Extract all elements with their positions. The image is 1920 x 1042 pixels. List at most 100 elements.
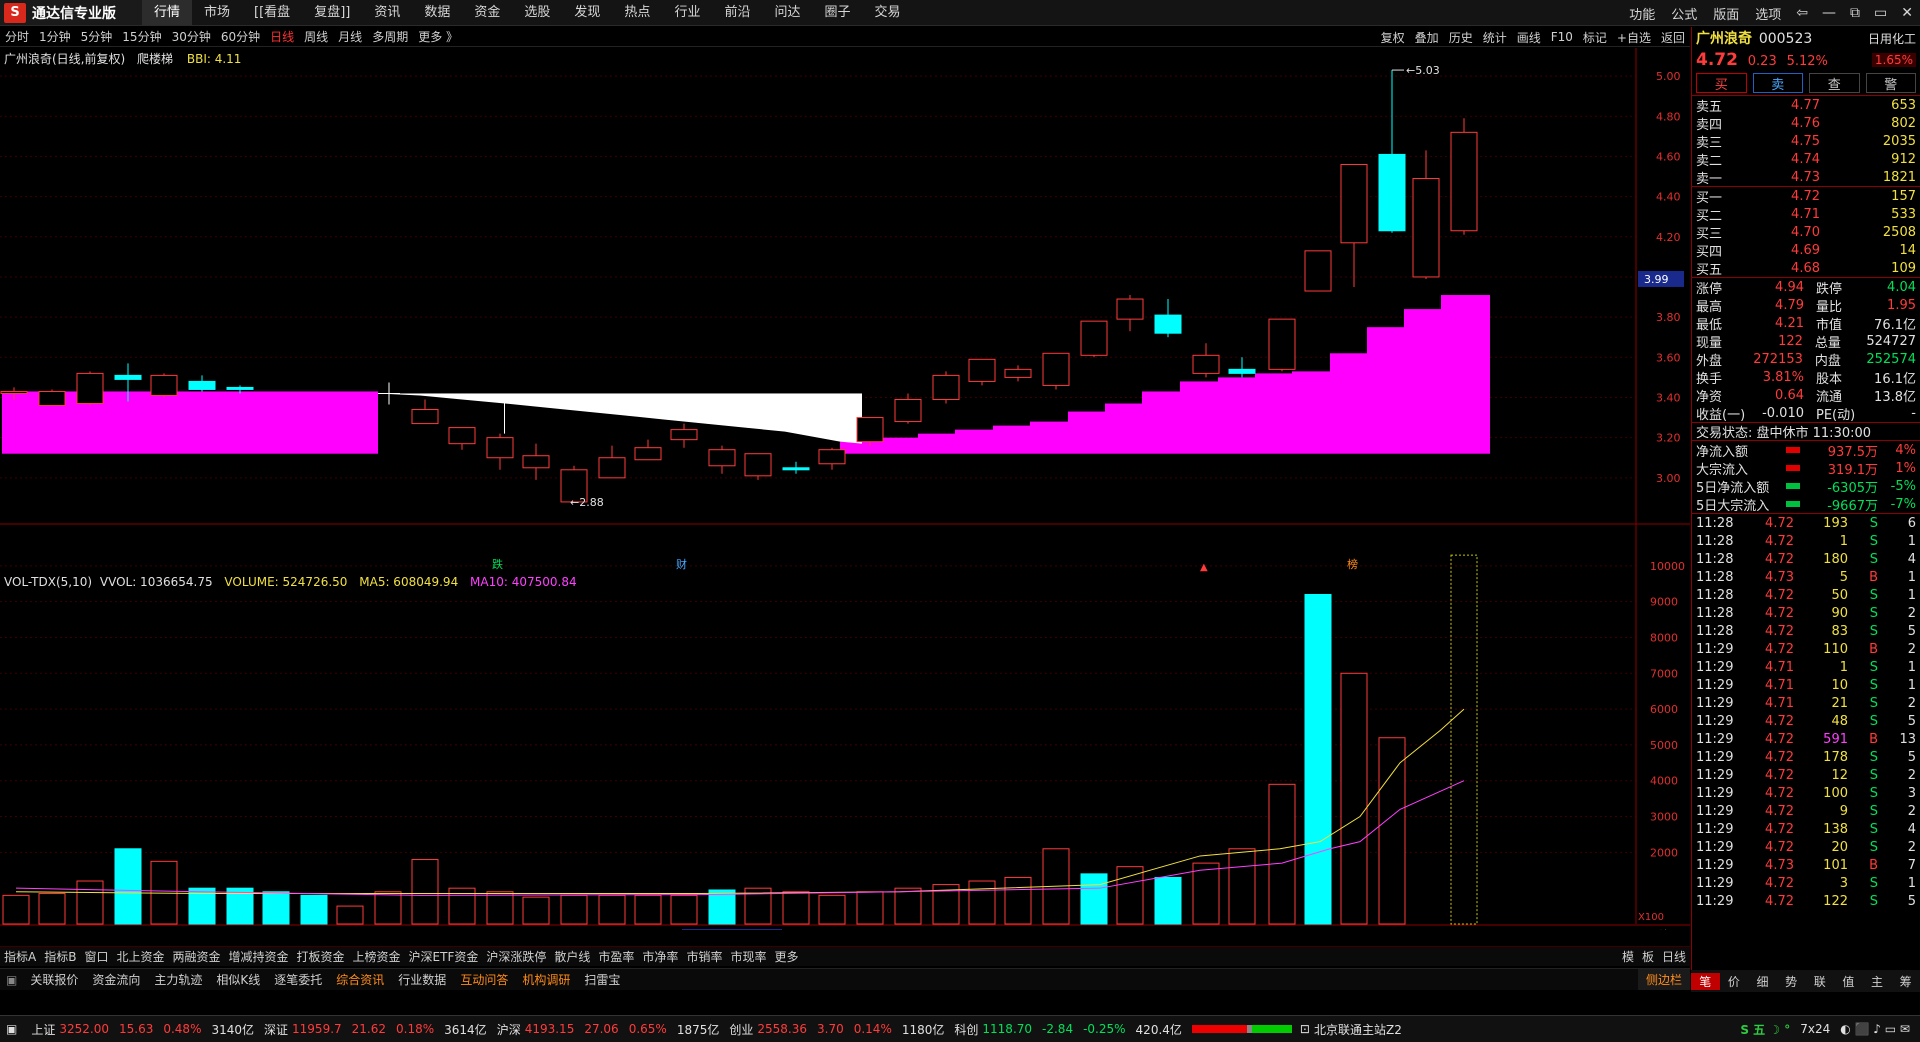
flow-row[interactable]: 大宗流入 319.1万 1% bbox=[1692, 459, 1920, 478]
indicator-name[interactable]: 爬楼梯 bbox=[137, 52, 173, 66]
quote-tab-6[interactable]: 主 bbox=[1863, 973, 1892, 990]
asks-row[interactable]: 卖五 4.77 653 bbox=[1692, 96, 1920, 115]
asks-row[interactable]: 卖二 4.74 912 bbox=[1692, 150, 1920, 169]
chart-tool-3[interactable]: 统计 bbox=[1478, 29, 1512, 46]
menu-1[interactable]: 市场 bbox=[192, 0, 242, 25]
chart-tool-8[interactable]: 返回 bbox=[1656, 29, 1690, 46]
info-tab-2[interactable]: 主力轨迹 bbox=[147, 969, 209, 990]
info-tab-8[interactable]: 机构调研 bbox=[515, 969, 577, 990]
period-3[interactable]: 15分钟 bbox=[117, 28, 166, 45]
sell-button[interactable]: 卖 bbox=[1752, 73, 1803, 93]
alert-button[interactable]: 警 bbox=[1865, 73, 1916, 93]
indicator-tab-1[interactable]: 指标B bbox=[40, 948, 80, 965]
indicator-tab-10[interactable]: 散户线 bbox=[550, 948, 594, 965]
asks-row[interactable]: 卖一 4.73 1821 bbox=[1692, 168, 1920, 187]
period-4[interactable]: 30分钟 bbox=[167, 28, 216, 45]
quote-tab-2[interactable]: 细 bbox=[1748, 973, 1777, 990]
quote-tab-3[interactable]: 势 bbox=[1777, 973, 1806, 990]
chart-tool-1[interactable]: 叠加 bbox=[1410, 29, 1444, 46]
info-tab-5[interactable]: 综合资讯 bbox=[329, 969, 391, 990]
bids-row[interactable]: 买一 4.72 157 bbox=[1692, 187, 1920, 206]
right-menu-3[interactable]: 选项 bbox=[1747, 4, 1789, 23]
indicator-tab-5[interactable]: 增减持资金 bbox=[225, 948, 293, 965]
info-tab-6[interactable]: 行业数据 bbox=[391, 969, 453, 990]
minimize-icon[interactable]: — bbox=[1815, 5, 1843, 21]
input-method-icon[interactable]: S 五 ☽ ° bbox=[1740, 1021, 1790, 1038]
indicator-tab-13[interactable]: 市销率 bbox=[682, 948, 726, 965]
back-icon[interactable]: ⇦ bbox=[1789, 5, 1815, 21]
quote-tab-5[interactable]: 值 bbox=[1834, 973, 1863, 990]
indicator-tab-12[interactable]: 市净率 bbox=[638, 948, 682, 965]
right-menu-1[interactable]: 公式 bbox=[1663, 4, 1705, 23]
sidebar-toggle[interactable]: 侧边栏 bbox=[1637, 969, 1690, 990]
chart-tool-2[interactable]: 历史 bbox=[1444, 29, 1478, 46]
indicator-tab-8[interactable]: 沪深ETF资金 bbox=[405, 948, 483, 965]
info-tab-0[interactable]: 关联报价 bbox=[23, 969, 85, 990]
chart-area[interactable]: 5.004.804.604.404.204.003.803.603.403.20… bbox=[0, 48, 1690, 930]
chart-tool-7[interactable]: +自选 bbox=[1612, 29, 1656, 46]
menu-3[interactable]: 复盘]] bbox=[302, 0, 362, 25]
index-name[interactable]: 深证 bbox=[262, 1021, 290, 1038]
index-name[interactable]: 沪深 bbox=[495, 1021, 523, 1038]
period-5[interactable]: 60分钟 bbox=[216, 28, 265, 45]
menu-9[interactable]: 热点 bbox=[612, 0, 662, 25]
menu-4[interactable]: 资讯 bbox=[362, 0, 412, 25]
flow-row[interactable]: 5日净流入额 -6305万 -5% bbox=[1692, 477, 1920, 496]
quote-tab-0[interactable]: 笔 bbox=[1691, 972, 1720, 990]
index-name[interactable]: 上证 bbox=[29, 1021, 57, 1038]
chart-tool-5[interactable]: F10 bbox=[1546, 30, 1578, 44]
indicator-tab-4[interactable]: 两融资金 bbox=[168, 948, 224, 965]
period-0[interactable]: 分时 bbox=[0, 28, 34, 45]
indicator-tab-9[interactable]: 沪深涨跌停 bbox=[482, 948, 550, 965]
info-tab-4[interactable]: 逐笔委托 bbox=[267, 969, 329, 990]
flow-row[interactable]: 5日大宗流入 -9667万 -7% bbox=[1692, 495, 1920, 514]
menu-5[interactable]: 数据 bbox=[412, 0, 462, 25]
quote-tab-4[interactable]: 联 bbox=[1806, 973, 1835, 990]
restore-icon[interactable]: ⧉ bbox=[1843, 5, 1867, 21]
menu-12[interactable]: 问达 bbox=[762, 0, 812, 25]
quote-tab-1[interactable]: 价 bbox=[1720, 973, 1749, 990]
period-10[interactable]: 更多 》 bbox=[413, 28, 463, 45]
right-menu-2[interactable]: 版面 bbox=[1705, 4, 1747, 23]
menu-13[interactable]: 圈子 bbox=[812, 0, 862, 25]
flow-row[interactable]: 净流入额 937.5万 4% bbox=[1692, 441, 1920, 460]
period-9[interactable]: 多周期 bbox=[367, 28, 413, 45]
right-menu-0[interactable]: 功能 bbox=[1621, 4, 1663, 23]
indicator-tab-14[interactable]: 市现率 bbox=[726, 948, 770, 965]
buy-button[interactable]: 买 bbox=[1696, 73, 1747, 93]
indicator-tab-7[interactable]: 上榜资金 bbox=[349, 948, 405, 965]
menu-6[interactable]: 资金 bbox=[462, 0, 512, 25]
chart-tool-4[interactable]: 画线 bbox=[1512, 29, 1546, 46]
chart-tool-6[interactable]: 标记 bbox=[1578, 29, 1612, 46]
asks-row[interactable]: 卖四 4.76 802 bbox=[1692, 114, 1920, 133]
index-name[interactable]: 创业 bbox=[727, 1021, 755, 1038]
quote-industry-link[interactable]: 日用化工 bbox=[1868, 30, 1916, 47]
bids-row[interactable]: 买四 4.69 14 bbox=[1692, 241, 1920, 260]
menu-7[interactable]: 选股 bbox=[512, 0, 562, 25]
close-icon[interactable]: ✕ bbox=[1894, 5, 1920, 21]
menu-14[interactable]: 交易 bbox=[863, 0, 913, 25]
bids-row[interactable]: 买二 4.71 533 bbox=[1692, 205, 1920, 224]
period-6[interactable]: 日线 bbox=[265, 28, 299, 45]
indicator-tab-11[interactable]: 市盈率 bbox=[594, 948, 638, 965]
maximize-icon[interactable]: ▭ bbox=[1867, 5, 1894, 21]
indicator-tab-0[interactable]: 指标A bbox=[0, 948, 40, 965]
info-tab-1[interactable]: 资金流向 bbox=[85, 969, 147, 990]
info-tab-3[interactable]: 相似K线 bbox=[209, 969, 267, 990]
kline-chart[interactable]: 5.004.804.604.404.204.003.803.603.403.20… bbox=[0, 48, 1690, 930]
indicator-tab-2[interactable]: 窗口 bbox=[80, 948, 112, 965]
vol-indicator-name[interactable]: VOL-TDX(5,10) bbox=[4, 575, 92, 589]
indicator-tab-3[interactable]: 北上资金 bbox=[112, 948, 168, 965]
menu-8[interactable]: 发现 bbox=[562, 0, 612, 25]
bids-row[interactable]: 买三 4.70 2508 bbox=[1692, 223, 1920, 242]
menu-0[interactable]: 行情 bbox=[142, 0, 193, 25]
period-1[interactable]: 1分钟 bbox=[34, 28, 76, 45]
menu-10[interactable]: 行业 bbox=[662, 0, 712, 25]
menu-2[interactable]: [[看盘 bbox=[242, 0, 302, 25]
info-tab-9[interactable]: 扫雷宝 bbox=[577, 969, 627, 990]
index-name[interactable]: 科创 bbox=[952, 1021, 980, 1038]
status-menu-icon[interactable]: ▣ bbox=[0, 1022, 23, 1036]
chart-tool-0[interactable]: 复权 bbox=[1376, 29, 1410, 46]
asks-row[interactable]: 卖三 4.75 2035 bbox=[1692, 132, 1920, 151]
indicator-tab-15[interactable]: 更多 bbox=[770, 948, 802, 965]
